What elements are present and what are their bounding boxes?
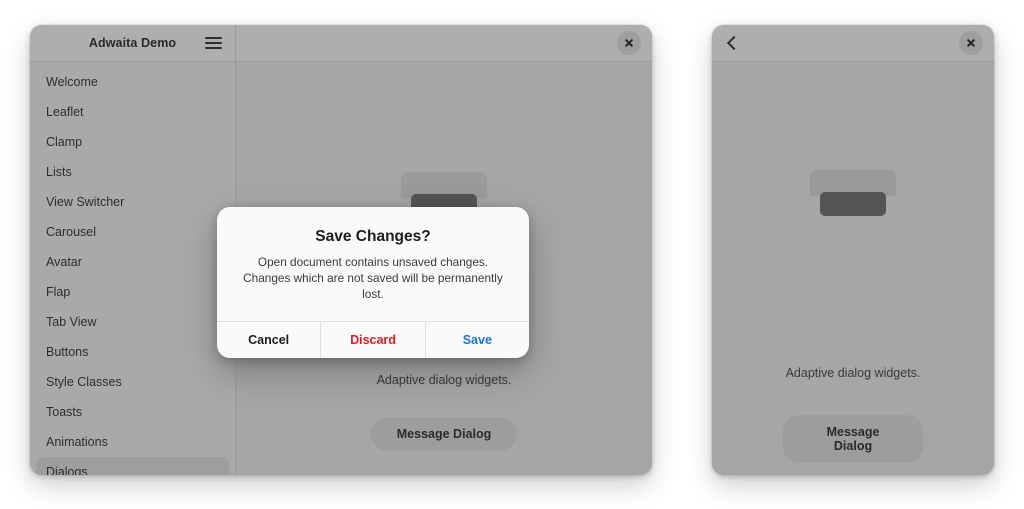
hamburger-line [205,41,222,45]
sidebar-item-view-switcher[interactable]: View Switcher [36,187,229,216]
sidebar-item-style-classes[interactable]: Style Classes [36,367,229,396]
sidebar: Welcome Leaflet Clamp Lists View Switche… [30,62,236,475]
sidebar-item-label: View Switcher [46,194,125,209]
close-icon [624,38,634,48]
sidebar-item-animations[interactable]: Animations [36,427,229,456]
sidebar-item-label: Carousel [46,224,97,239]
sidebar-item-buttons[interactable]: Buttons [36,337,229,366]
sidebar-item-label: Dialogs [46,464,88,476]
screenshot-stage: Adwaita Demo Welcome Leaflet Clamp Lists… [0,0,1024,509]
hamburger-line [205,47,222,50]
sidebar-item-label: Clamp [46,134,83,149]
sidebar-item-label: Lists [46,164,72,179]
content-caption: Adaptive dialog widgets. [785,366,921,380]
left-window-headerbar: Adwaita Demo [30,25,652,62]
hamburger-line [205,36,222,39]
dialog-window-icon-bottom [820,192,886,216]
sidebar-item-dialogs[interactable]: Dialogs [36,457,229,475]
dialog-title: Save Changes? [315,228,431,245]
hamburger-icon[interactable] [205,36,222,50]
right-content-area: Adaptive dialog widgets. Message Dialog [712,62,994,475]
sidebar-item-label: Flap [46,284,71,299]
page-title: Adwaita Demo [88,36,177,50]
sidebar-item-label: Avatar [46,254,82,269]
left-headerbar-sidebar-side: Adwaita Demo [30,25,236,61]
sidebar-item-carousel[interactable]: Carousel [36,217,229,246]
close-button[interactable] [617,31,641,55]
message-dialog-button[interactable]: Message Dialog [370,417,518,451]
sidebar-item-toasts[interactable]: Toasts [36,397,229,426]
sidebar-item-label: Animations [46,434,108,449]
sidebar-item-clamp[interactable]: Clamp [36,127,229,156]
dialog-window-icon [810,170,896,216]
chevron-left-icon[interactable] [723,35,739,51]
sidebar-item-avatar[interactable]: Avatar [36,247,229,276]
adwaita-demo-window: Adwaita Demo Welcome Leaflet Clamp Lists… [30,25,652,475]
discard-button[interactable]: Discard [320,321,424,358]
message-dialog-button[interactable]: Message Dialog [782,415,924,463]
sidebar-item-leaflet[interactable]: Leaflet [36,97,229,126]
sidebar-item-label: Leaflet [46,104,84,119]
sidebar-item-label: Welcome [46,74,98,89]
save-changes-dialog: Save Changes? Open document contains uns… [217,207,529,358]
sidebar-item-label: Style Classes [46,374,122,389]
right-window-headerbar [712,25,994,62]
left-headerbar-content-side [236,25,652,61]
save-button[interactable]: Save [424,321,529,358]
cancel-button[interactable]: Cancel [217,322,320,358]
content-caption: Adaptive dialog widgets. [376,373,512,387]
sidebar-item-flap[interactable]: Flap [36,277,229,306]
sidebar-item-label: Tab View [46,314,97,329]
sidebar-item-lists[interactable]: Lists [36,157,229,186]
adwaita-demo-narrow-window: Adaptive dialog widgets. Message Dialog … [712,25,994,475]
sidebar-item-tab-view[interactable]: Tab View [36,307,229,336]
sidebar-item-label: Buttons [46,344,89,359]
close-icon [966,38,976,48]
dialog-actions: Cancel Discard Save [217,320,529,358]
close-button[interactable] [959,31,983,55]
sidebar-item-label: Toasts [46,404,83,419]
sidebar-item-welcome[interactable]: Welcome [36,67,229,96]
dialog-body: Save Changes? Open document contains uns… [217,207,529,321]
dialog-message: Open document contains unsaved changes. … [243,255,503,301]
